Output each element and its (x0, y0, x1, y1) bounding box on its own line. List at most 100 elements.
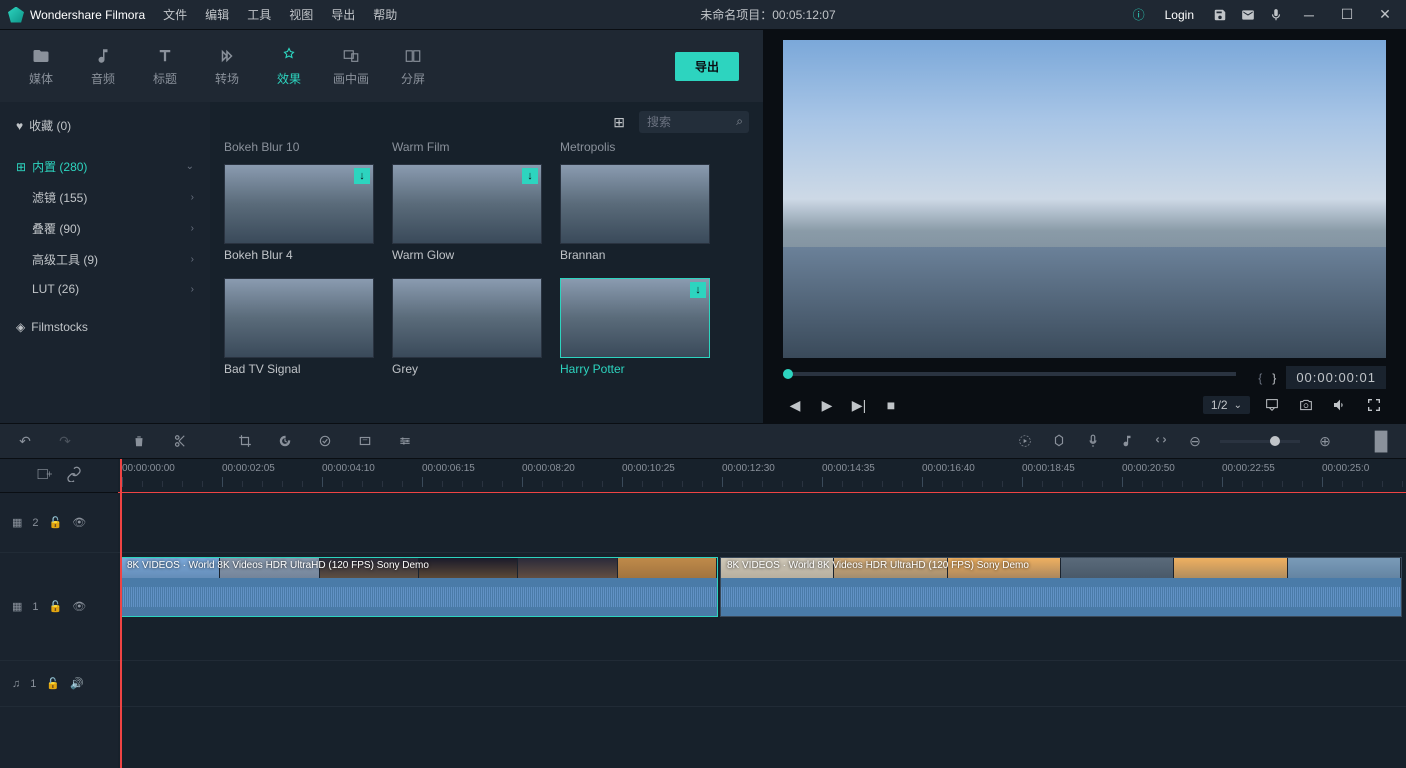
lock-icon[interactable]: 🔓 (49, 516, 63, 529)
search-icon[interactable]: ⌕ (736, 114, 743, 129)
info-icon[interactable]: ⓘ (1131, 7, 1147, 23)
sidebar-lut[interactable]: LUT (26)› (0, 275, 210, 303)
link-icon[interactable] (66, 466, 82, 485)
lock-icon[interactable]: 🔓 (49, 600, 63, 613)
track-audio1[interactable] (118, 661, 1406, 707)
volume-icon[interactable] (1328, 393, 1352, 417)
adjust-icon[interactable] (396, 432, 414, 450)
tab-title[interactable]: 标题 (134, 46, 196, 87)
green-screen-icon[interactable] (356, 432, 374, 450)
text-icon (155, 46, 175, 66)
visibility-icon[interactable]: 👁 (72, 600, 86, 613)
tab-pip[interactable]: 画中画 (320, 46, 382, 87)
speed-icon[interactable] (276, 432, 294, 450)
preview-viewport[interactable] (783, 40, 1386, 358)
minimize-button[interactable]: ─ (1296, 7, 1322, 23)
download-icon[interactable]: ↓ (690, 282, 706, 298)
effect-item[interactable]: Bad TV Signal (224, 278, 374, 376)
play-button[interactable]: ▶ (815, 393, 839, 417)
sidebar-advanced[interactable]: 高级工具 (9)› (0, 244, 210, 275)
menu-tools[interactable]: 工具 (239, 2, 279, 27)
undo-icon[interactable]: ↶ (16, 432, 34, 450)
heart-icon: ♥ (16, 119, 23, 133)
ruler-tick: 00:00:12:30 (722, 463, 775, 474)
track-manager-icon[interactable]: ▐▌ (1372, 432, 1390, 450)
voiceover-icon[interactable] (1084, 432, 1102, 450)
visibility-icon[interactable]: 👁 (72, 516, 86, 529)
download-icon[interactable]: ↓ (522, 168, 538, 184)
chevron-down-icon: ⌄ (186, 161, 194, 172)
login-button[interactable]: Login (1159, 8, 1200, 22)
tab-media[interactable]: 媒体 (10, 46, 72, 87)
mark-out-icon[interactable]: } (1272, 371, 1276, 385)
timeline-clip[interactable]: 8K VIDEOS · World 8K Videos HDR UltraHD … (120, 557, 718, 617)
save-icon[interactable] (1212, 7, 1228, 23)
sidebar-favorites[interactable]: ♥ 收藏 (0) (0, 110, 210, 141)
marker-icon[interactable] (1050, 432, 1068, 450)
add-track-icon[interactable] (36, 466, 52, 485)
mark-in-icon[interactable]: { (1258, 371, 1262, 385)
stop-button[interactable]: ■ (879, 393, 903, 417)
close-button[interactable]: ✕ (1372, 6, 1398, 23)
effect-item[interactable]: ↓Harry Potter (560, 278, 710, 376)
sidebar-builtin[interactable]: ⊞ 内置 (280) ⌄ (0, 151, 210, 182)
folder-icon (31, 46, 51, 66)
quality-icon[interactable] (1260, 393, 1284, 417)
ruler-tick: 00:00:16:40 (922, 463, 975, 474)
snapshot-icon[interactable] (1294, 393, 1318, 417)
menu-export[interactable]: 导出 (323, 2, 363, 27)
effect-item[interactable]: ↓Warm Glow (392, 164, 542, 262)
sidebar-filter[interactable]: 滤镜 (155)› (0, 182, 210, 213)
maximize-button[interactable]: ☐ (1334, 6, 1360, 23)
grid-view-icon[interactable]: ⊞ (613, 114, 625, 131)
lock-icon[interactable]: 🔓 (46, 677, 60, 690)
export-button[interactable]: 导出 (675, 52, 739, 81)
tab-audio[interactable]: 音频 (72, 46, 134, 87)
sidebar-overlay[interactable]: 叠覆 (90)› (0, 213, 210, 244)
effect-item[interactable]: Grey (392, 278, 542, 376)
mute-icon[interactable]: 🔊 (70, 677, 84, 690)
menu-file[interactable]: 文件 (155, 2, 195, 27)
timeline-ruler[interactable]: 00:00:00:0000:00:02:0500:00:04:1000:00:0… (118, 459, 1406, 493)
redo-icon[interactable]: ↷ (56, 432, 74, 450)
track-video1[interactable]: 8K VIDEOS · World 8K Videos HDR UltraHD … (118, 553, 1406, 661)
timecode-display: 00:00:00:01 (1286, 366, 1386, 389)
effect-item[interactable]: ↓Bokeh Blur 4 (224, 164, 374, 262)
playback-speed-select[interactable]: 1/2 ⌄ (1203, 396, 1250, 414)
tab-transition[interactable]: 转场 (196, 46, 258, 87)
preview-scrubber[interactable] (783, 372, 1236, 376)
download-icon[interactable]: ↓ (354, 168, 370, 184)
crop-icon[interactable] (236, 432, 254, 450)
zoom-out-icon[interactable]: ⊖ (1186, 432, 1204, 450)
split-icon[interactable] (170, 432, 188, 450)
menu-help[interactable]: 帮助 (365, 2, 405, 27)
next-frame-button[interactable]: ▶| (847, 393, 871, 417)
menu-view[interactable]: 视图 (281, 2, 321, 27)
sidebar-filmstocks[interactable]: ◈ Filmstocks (0, 313, 210, 341)
prev-frame-button[interactable]: ◀ (783, 393, 807, 417)
timeline-tracks[interactable]: 00:00:00:0000:00:02:0500:00:04:1000:00:0… (118, 459, 1406, 768)
ruler-tick: 00:00:25:0 (1322, 463, 1369, 474)
fit-icon[interactable] (1152, 432, 1170, 450)
track-video2[interactable] (118, 493, 1406, 553)
menu-edit[interactable]: 编辑 (197, 2, 237, 27)
timeline-clip[interactable]: 8K VIDEOS · World 8K Videos HDR UltraHD … (720, 557, 1402, 617)
mic-download-icon[interactable] (1268, 7, 1284, 23)
mixer-icon[interactable] (1118, 432, 1136, 450)
mail-icon[interactable] (1240, 7, 1256, 23)
search-input[interactable] (639, 111, 749, 133)
effect-item[interactable]: Brannan (560, 164, 710, 262)
tab-effects[interactable]: 效果 (258, 46, 320, 87)
zoom-slider[interactable] (1220, 440, 1300, 443)
playhead[interactable] (120, 459, 122, 768)
track-head-audio1[interactable]: ♫ 1 🔓 🔊 (0, 661, 118, 707)
tab-split[interactable]: 分屏 (382, 46, 444, 87)
color-icon[interactable] (316, 432, 334, 450)
delete-icon[interactable] (130, 432, 148, 450)
track-head-video1[interactable]: ▦ 1 🔓 👁 (0, 553, 118, 661)
track-head-video2[interactable]: ▦ 2 🔓 👁 (0, 493, 118, 553)
fullscreen-icon[interactable] (1362, 393, 1386, 417)
zoom-in-icon[interactable]: ⊕ (1316, 432, 1334, 450)
ruler-tick: 00:00:00:00 (122, 463, 175, 474)
render-icon[interactable] (1016, 432, 1034, 450)
